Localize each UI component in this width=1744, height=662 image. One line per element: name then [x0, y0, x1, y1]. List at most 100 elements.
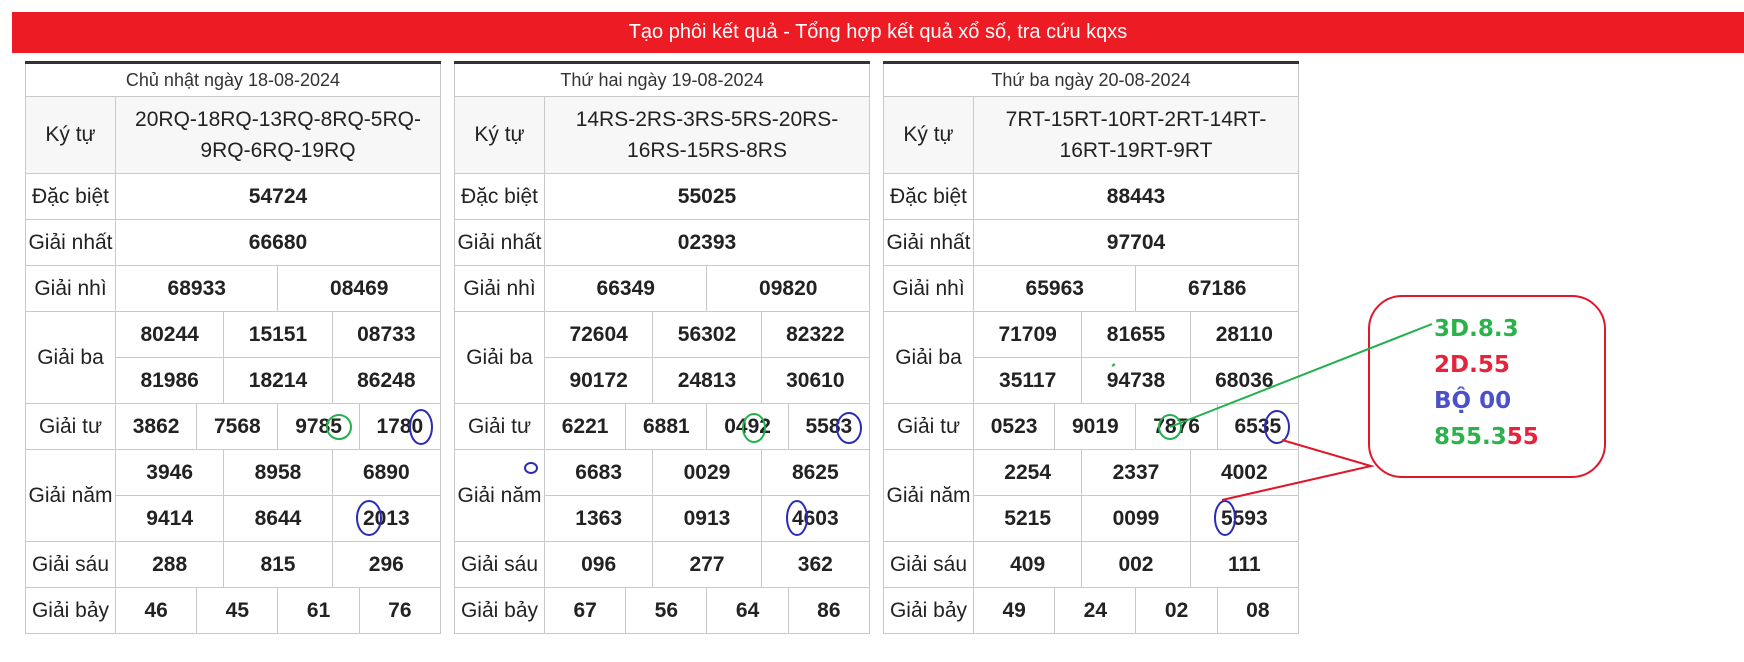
label-nam: Giải năm [25, 449, 116, 542]
label-dacbiet: Đặc biệt [25, 173, 116, 220]
sixth-prize: 277 [652, 541, 762, 588]
fifth-prize: 5593 [1189, 495, 1300, 542]
fifth-prize: 0913 [652, 495, 762, 542]
fifth-prize: 3946 [114, 449, 225, 496]
table-date: Thứ ba ngày 20-08-2024 [883, 62, 1299, 97]
special-prize: 88443 [973, 173, 1299, 220]
label-tu: Giải tư [883, 403, 974, 450]
third-prize: 82322 [760, 311, 871, 358]
annotation-note: 3D.8.3 2D.55 BỘ 00 855.355 [1368, 295, 1606, 478]
third-prize: 35117 [972, 357, 1083, 404]
sequence-codes: 14RS-2RS-3RS-5RS-20RS- 16RS-15RS-8RS [544, 96, 870, 174]
fourth-prize: 0492 [706, 403, 789, 450]
label-nhat: Giải nhất [25, 219, 116, 266]
fifth-prize: 8625 [760, 449, 871, 496]
fifth-prize: 0029 [652, 449, 762, 496]
fourth-prize: 0523 [972, 403, 1056, 450]
seventh-prize: 08 [1216, 587, 1300, 634]
result-table-day-3: Thứ ba ngày 20-08-2024 Ký tự 7RT-15RT-10… [883, 61, 1300, 634]
fourth-prize: 7876 [1135, 403, 1218, 450]
third-prize: 81655 [1081, 311, 1191, 358]
label-sau: Giải sáu [454, 541, 545, 588]
seventh-prize: 76 [358, 587, 442, 634]
sixth-prize: 362 [760, 541, 871, 588]
label-nhi: Giải nhì [454, 265, 545, 312]
sixth-prize: 096 [543, 541, 654, 588]
sixth-prize: 815 [223, 541, 333, 588]
fourth-prize: 6881 [625, 403, 708, 450]
fourth-prize: 9785 [277, 403, 360, 450]
label-sau: Giải sáu [883, 541, 974, 588]
fourth-prize: 1780 [358, 403, 442, 450]
fifth-prize: 5215 [972, 495, 1083, 542]
seventh-prize: 67 [543, 587, 627, 634]
fifth-prize: 8958 [223, 449, 333, 496]
fourth-prize: 7568 [196, 403, 279, 450]
third-prize: 18214 [223, 357, 333, 404]
label-nhat: Giải nhất [883, 219, 974, 266]
sixth-prize: 111 [1189, 541, 1300, 588]
label-bay: Giải bảy [454, 587, 545, 634]
fifth-prize: 2013 [331, 495, 442, 542]
label-tu: Giải tư [454, 403, 545, 450]
label-ba: Giải ba [25, 311, 116, 404]
first-prize: 02393 [544, 219, 870, 266]
sequence-codes: 20RQ-18RQ-13RQ-8RQ-5RQ- 9RQ-6RQ-19RQ [115, 96, 441, 174]
seventh-prize: 86 [787, 587, 871, 634]
label-kytu: Ký tự [25, 96, 116, 174]
header-title: Tạo phôi kết quả - Tổng hợp kết quả xổ s… [628, 21, 1128, 43]
sixth-prize: 296 [331, 541, 442, 588]
page-header: Tạo phôi kết quả - Tổng hợp kết quả xổ s… [12, 12, 1744, 53]
special-prize: 55025 [544, 173, 870, 220]
third-prize: 86248 [331, 357, 442, 404]
note-line: 3D.8.3 [1434, 316, 1519, 342]
fifth-prize: 8644 [223, 495, 333, 542]
third-prize: 08733 [331, 311, 442, 358]
seventh-prize: 56 [625, 587, 708, 634]
label-bay: Giải bảy [883, 587, 974, 634]
fourth-prize: 9019 [1054, 403, 1137, 450]
fifth-prize: 2254 [972, 449, 1083, 496]
second-prize: 68933 [114, 265, 279, 312]
third-prize: 81986 [114, 357, 225, 404]
seventh-prize: 49 [972, 587, 1056, 634]
note-line: 2D.55 [1434, 352, 1510, 378]
third-prize: 80244 [114, 311, 225, 358]
third-prize: 15151 [223, 311, 333, 358]
third-prize: 56302 [652, 311, 762, 358]
result-table-day-2: Thứ hai ngày 19-08-2024 Ký tự 14RS-2RS-3… [454, 61, 871, 634]
fifth-prize: 4002 [1189, 449, 1300, 496]
seventh-prize: 46 [114, 587, 198, 634]
sixth-prize: 002 [1081, 541, 1191, 588]
fourth-prize: 3862 [114, 403, 198, 450]
sixth-prize: 288 [114, 541, 225, 588]
table-date: Thứ hai ngày 19-08-2024 [454, 62, 870, 97]
label-dacbiet: Đặc biệt [883, 173, 974, 220]
second-prize: 65963 [972, 265, 1137, 312]
seventh-prize: 64 [706, 587, 789, 634]
label-nam: Giải năm [883, 449, 974, 542]
third-prize: 90172 [543, 357, 654, 404]
fifth-prize: 0099 [1081, 495, 1191, 542]
second-prize: 09820 [706, 265, 870, 312]
label-kytu: Ký tự [883, 96, 974, 174]
second-prize: 08469 [277, 265, 441, 312]
fifth-prize: 9414 [114, 495, 225, 542]
label-tu: Giải tư [25, 403, 116, 450]
label-bay: Giải bảy [25, 587, 116, 634]
note-line: BỘ 00 [1434, 388, 1512, 414]
third-prize: 68036 [1189, 357, 1300, 404]
table-date: Chủ nhật ngày 18-08-2024 [25, 62, 441, 97]
seventh-prize: 24 [1054, 587, 1137, 634]
fifth-prize: 4603 [760, 495, 871, 542]
special-prize: 54724 [115, 173, 441, 220]
sixth-prize: 409 [972, 541, 1083, 588]
third-prize: 28110 [1189, 311, 1300, 358]
label-dacbiet: Đặc biệt [454, 173, 545, 220]
label-sau: Giải sáu [25, 541, 116, 588]
fifth-prize: 1363 [543, 495, 654, 542]
label-ba: Giải ba [883, 311, 974, 404]
note-line: 855.355 [1434, 424, 1539, 450]
third-prize: 30610 [760, 357, 871, 404]
result-table-day-1: Chủ nhật ngày 18-08-2024 Ký tự 20RQ-18RQ… [25, 61, 442, 634]
